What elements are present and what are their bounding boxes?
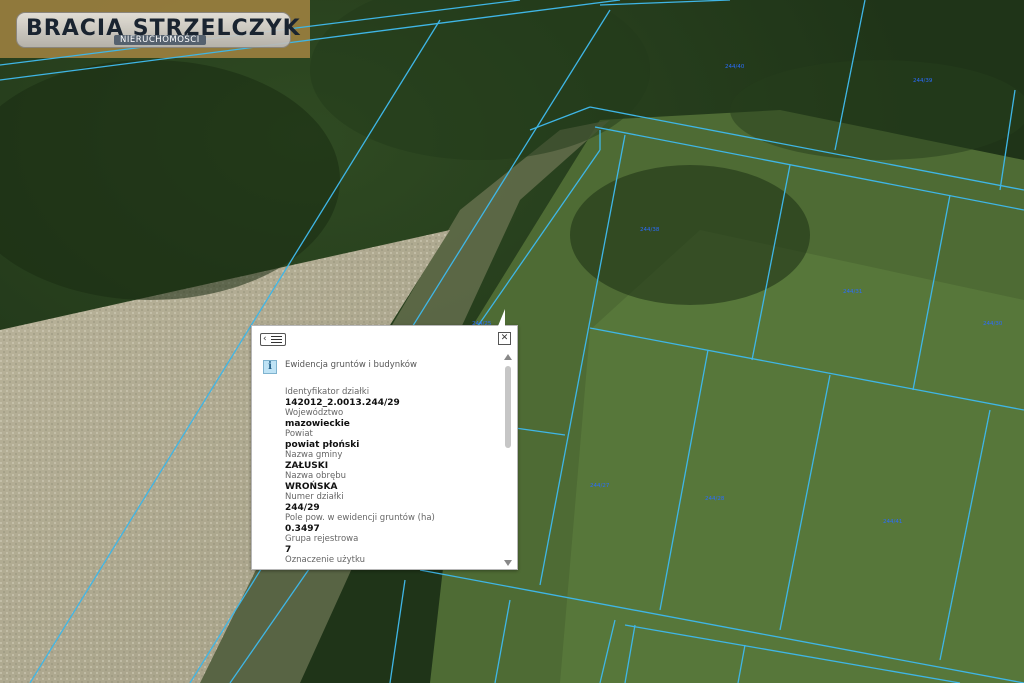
field-value [285,566,495,569]
parcel-label: 244/40 [725,64,745,70]
field-value: ZAŁUSKI [285,460,329,471]
field-value: 244/29 [285,502,320,513]
tree-cluster [730,60,1024,160]
field-label: Identyfikator działki [285,387,370,397]
scroll-up-icon[interactable] [504,354,512,360]
meadow-light-area [560,230,1024,683]
parcel-label: 244/41 [883,519,902,525]
field-label: Pole pow. w ewidencji gruntów (ha) [285,513,435,523]
field-value: powiat płoński [285,439,360,450]
field-value: WROŃSKA [285,481,338,492]
field-value: 142012_2.0013.244/29 [285,397,400,408]
field-label: Nazwa obrębu [285,471,346,481]
parcel-label: 244/28 [705,496,725,502]
info-icon: i [263,360,277,374]
chevron-left-icon: ‹ [263,334,267,344]
field-value: 0.3497 [285,523,320,534]
field-label: Powiat [285,429,313,439]
field-label: Nazwa gminy [285,450,343,460]
popup-content: i Ewidencja gruntów i budynków Identyfik… [252,352,502,568]
field-label: Oznaczenie użytku [285,555,366,565]
parcel-label: 244/30 [983,321,1003,327]
company-logo: BRACIA STRZELCZYK NIERUCHOMOŚCI [16,12,300,52]
popup-tail [498,309,505,326]
attribute-list: Identyfikator działki 142012_2.0013.244/… [285,387,495,568]
field-label: Grupa rejestrowa [285,534,359,544]
parcel-label: 244/39 [913,78,933,84]
parcel-label: 244/27 [590,483,610,489]
field-value: mazowieckie [285,418,350,429]
popup-title: Ewidencja gruntów i budynków [285,360,417,370]
close-icon[interactable]: ✕ [498,332,511,345]
scroll-down-icon[interactable] [504,560,512,566]
field-label: Numer działki [285,492,344,502]
field-value: 7 [285,544,292,555]
parcel-info-popup: ‹ ✕ i Ewidencja gruntów i budynków Ident… [251,309,518,570]
list-lines-icon [271,336,282,343]
popup-scrollbar[interactable] [502,352,514,568]
scroll-thumb[interactable] [505,366,511,448]
parcel-label: 244/38 [640,227,660,233]
logo-subtitle: NIERUCHOMOŚCI [114,35,206,45]
list-back-icon[interactable]: ‹ [260,333,286,346]
parcel-label: 244/31 [843,289,862,295]
field-label: Województwo [285,408,344,418]
